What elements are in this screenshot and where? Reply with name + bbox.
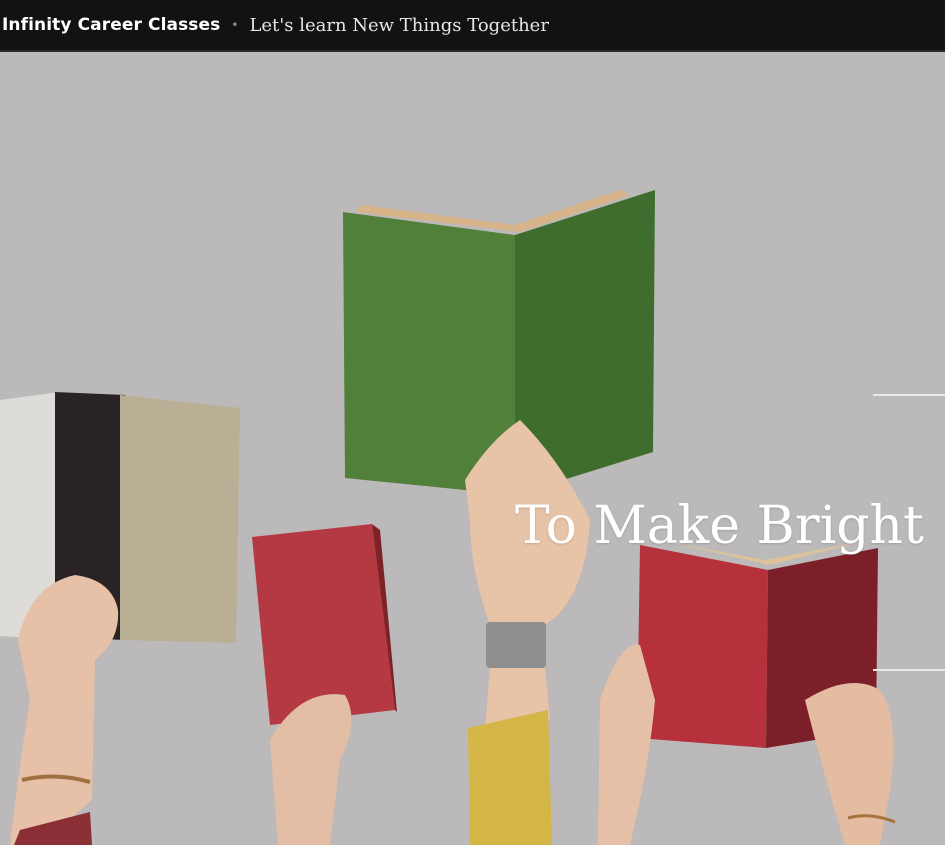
site-tagline: Let's learn New Things Together [249, 14, 549, 36]
hero-image [0, 54, 945, 845]
title-separator: • [231, 18, 239, 32]
divider-line-bottom [873, 669, 945, 671]
divider-line-top [873, 394, 945, 396]
site-title[interactable]: Infinity Career Classes [2, 15, 220, 35]
top-bar: Infinity Career Classes • Let's learn Ne… [0, 0, 945, 52]
hero-banner: To Make Bright [0, 54, 945, 845]
hero-headline: To Make Bright [515, 496, 924, 556]
